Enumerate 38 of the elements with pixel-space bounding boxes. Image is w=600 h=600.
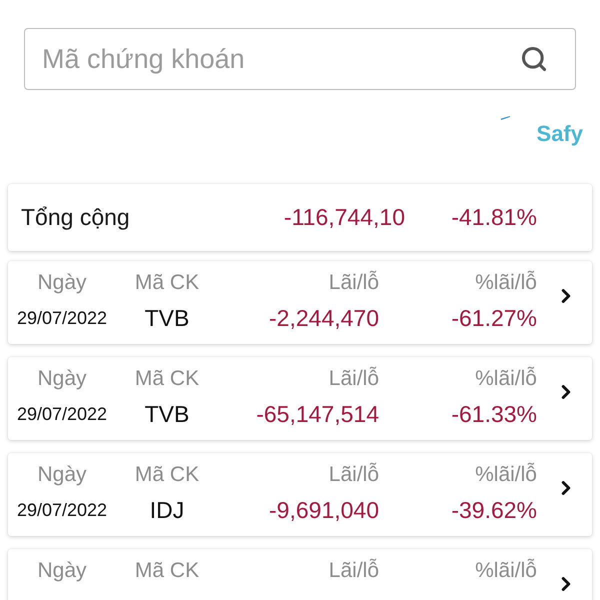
stock-symbol: IDJ xyxy=(148,496,186,524)
column-label: Lãi/lỗ xyxy=(328,271,379,295)
search-field[interactable]: Mã chứng khoán xyxy=(24,28,576,90)
trade-date: 29/07/2022 xyxy=(16,500,108,520)
dash-icon xyxy=(500,116,510,120)
trade-row-card[interactable]: Ngày Mã CK Lãi/lỗ %lãi/lỗ 29/07/2022 TVB -65,147,514 -61.33% xyxy=(8,357,592,440)
column-label: Mã CK xyxy=(134,559,200,583)
profit-loss-percent: -61.27% xyxy=(450,304,537,332)
column-label: Lãi/lỗ xyxy=(328,559,379,583)
stock-symbol: TVB xyxy=(144,400,190,428)
column-label: %lãi/lỗ xyxy=(474,367,537,391)
column-label: Mã CK xyxy=(134,367,200,391)
trade-row-card[interactable]: Ngày Mã CK Lãi/lỗ %lãi/lỗ 29/07/2022 IDJ -9,691,040 -39.62% xyxy=(8,453,592,536)
column-label: Mã CK xyxy=(134,463,200,487)
column-label: %lãi/lỗ xyxy=(474,271,537,295)
trade-row-card[interactable]: Ngày Mã CK Lãi/lỗ %lãi/lỗ 29/07/2022 TVB -2,244,470 -61.27% xyxy=(8,261,592,344)
total-label: Tổng cộng xyxy=(21,204,131,231)
column-label: Ngày xyxy=(36,559,88,583)
column-label: Lãi/lỗ xyxy=(328,367,379,391)
trade-date: 29/07/2022 xyxy=(16,308,108,328)
profit-loss-percent: -39.62% xyxy=(450,496,537,524)
profit-loss-value: -2,244,470 xyxy=(268,304,379,332)
column-label: Ngày xyxy=(36,271,88,295)
search-icon[interactable] xyxy=(520,45,548,73)
column-label: %lãi/lỗ xyxy=(474,559,537,583)
profit-loss-value: -9,691,040 xyxy=(268,496,379,524)
column-label: %lãi/lỗ xyxy=(474,463,537,487)
trade-date: 29/07/2022 xyxy=(16,404,108,424)
column-label: Lãi/lỗ xyxy=(328,463,379,487)
stock-symbol: TVB xyxy=(144,304,190,332)
profit-loss-value: -65,147,514 xyxy=(255,400,379,428)
total-percent: -41.81% xyxy=(450,204,537,231)
profit-loss-percent: -61.33% xyxy=(450,400,537,428)
brand-name: Safy xyxy=(536,121,583,147)
column-label: Ngày xyxy=(36,463,88,487)
column-label: Mã CK xyxy=(134,271,200,295)
column-label: Ngày xyxy=(36,367,88,391)
total-profit-loss: -116,744,10 xyxy=(282,204,405,231)
